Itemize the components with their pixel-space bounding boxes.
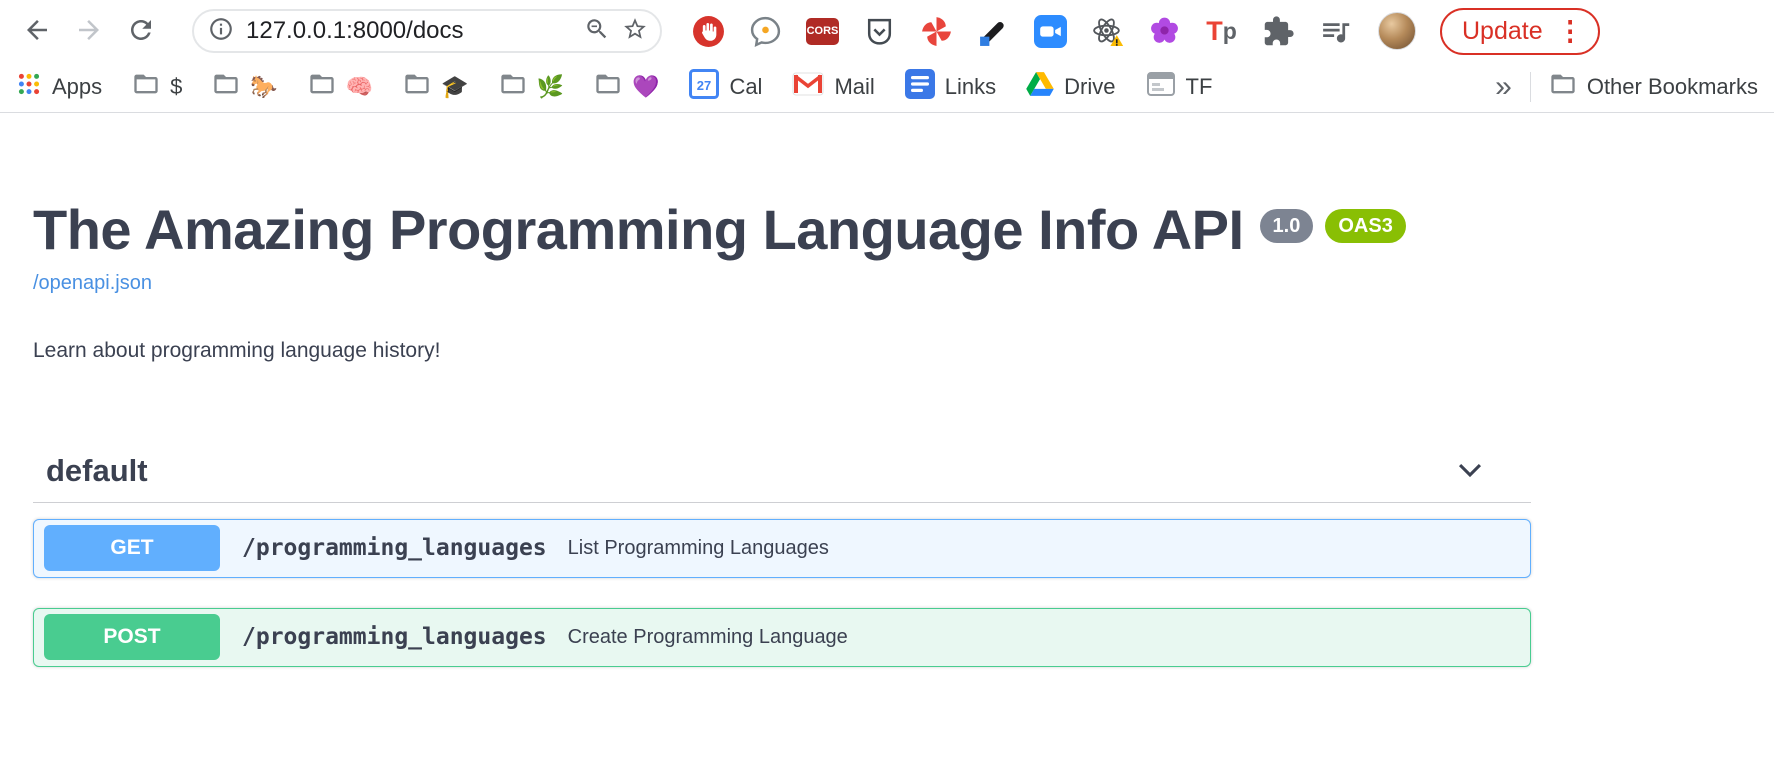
- api-description: Learn about programming language history…: [33, 339, 1774, 363]
- tp-letter-p: p: [1223, 20, 1237, 43]
- back-icon: [22, 15, 52, 48]
- google-calendar-icon: 27: [689, 69, 719, 105]
- gmail-icon: [792, 72, 824, 102]
- folder-icon: [308, 70, 336, 104]
- bookmark-label: 🌿: [537, 74, 564, 100]
- operation-summary: List Programming Languages: [568, 537, 829, 560]
- cors-extension-icon[interactable]: CORS: [806, 15, 839, 48]
- calendar-day: 27: [697, 78, 711, 93]
- extensions-puzzle-icon[interactable]: [1262, 15, 1295, 48]
- address-bar[interactable]: 127.0.0.1:8000/docs: [192, 9, 662, 53]
- api-title-row: The Amazing Programming Language Info AP…: [33, 199, 1774, 262]
- pocket-shield-extension-icon[interactable]: [863, 15, 896, 48]
- extensions-row: CORS Tp: [692, 15, 1352, 48]
- bookmark-label: TF: [1186, 74, 1213, 100]
- bookmark-folder-money[interactable]: $: [132, 70, 182, 104]
- links-icon: [905, 69, 935, 105]
- tp-letter-t: T: [1206, 18, 1223, 45]
- forward-icon: [74, 15, 104, 48]
- bookmark-tf[interactable]: TF: [1146, 69, 1213, 105]
- site-info-icon[interactable]: [208, 16, 234, 47]
- folder-icon: [212, 70, 240, 104]
- tp-extension-icon[interactable]: Tp: [1205, 15, 1238, 48]
- apps-grid-icon: [16, 71, 42, 103]
- reload-icon: [126, 15, 156, 48]
- browser-toolbar: 127.0.0.1:8000/docs CORS: [0, 0, 1774, 62]
- bookmark-label: Cal: [729, 74, 762, 100]
- bookmark-label: Mail: [834, 74, 874, 100]
- back-button[interactable]: [14, 8, 60, 54]
- chevron-down-icon: [1453, 453, 1487, 490]
- operation-path: /programming_languages: [242, 624, 547, 650]
- bookmarks-right-group: » Other Bookmarks: [1495, 70, 1758, 104]
- operation-summary: Create Programming Language: [568, 626, 848, 649]
- bookmarks-overflow-chevron[interactable]: »: [1495, 72, 1512, 102]
- update-button[interactable]: Update ⋮: [1440, 8, 1600, 55]
- oas3-badge: OAS3: [1325, 209, 1405, 243]
- bookmarks-bar: Apps $ 🐎 🧠 🎓 🌿 💜 27 Cal Mail Links Drive: [0, 62, 1774, 113]
- operation-row-get[interactable]: GET /programming_languages List Programm…: [33, 519, 1531, 578]
- bookmark-mail[interactable]: Mail: [792, 72, 874, 102]
- bookmark-drive[interactable]: Drive: [1026, 70, 1115, 104]
- bookmark-folder-herb[interactable]: 🌿: [499, 70, 564, 104]
- bookmark-label: 🎓: [441, 74, 468, 100]
- method-badge-post: POST: [44, 614, 220, 660]
- red-pinwheel-extension-icon[interactable]: [920, 15, 953, 48]
- zoom-indicator-icon[interactable]: [584, 16, 610, 47]
- bookmark-label: $: [170, 74, 182, 100]
- page-title: The Amazing Programming Language Info AP…: [33, 199, 1244, 262]
- tag-section-default: default GET /programming_languages List …: [33, 453, 1531, 667]
- other-bookmarks-label: Other Bookmarks: [1587, 74, 1758, 100]
- bookmark-label: Links: [945, 74, 996, 100]
- bookmark-folder-education[interactable]: 🎓: [403, 70, 468, 104]
- hand-blocker-extension-icon[interactable]: [692, 15, 725, 48]
- url-text: 127.0.0.1:8000/docs: [246, 17, 572, 45]
- atom-warning-extension-icon[interactable]: [1091, 15, 1124, 48]
- google-drive-icon: [1026, 70, 1054, 104]
- operation-path: /programming_languages: [242, 535, 547, 561]
- section-title: default: [46, 453, 148, 489]
- folder-icon: [132, 70, 160, 104]
- bookmark-label: Drive: [1064, 74, 1115, 100]
- operation-row-post[interactable]: POST /programming_languages Create Progr…: [33, 608, 1531, 667]
- media-playlist-icon[interactable]: [1319, 15, 1352, 48]
- bookmark-apps[interactable]: Apps: [16, 71, 102, 103]
- method-badge-get: GET: [44, 525, 220, 571]
- swagger-page: The Amazing Programming Language Info AP…: [0, 199, 1774, 667]
- other-bookmarks-button[interactable]: Other Bookmarks: [1549, 70, 1758, 104]
- cors-label: CORS: [806, 18, 839, 45]
- reload-button[interactable]: [118, 8, 164, 54]
- folder-icon: [499, 70, 527, 104]
- bookmark-label: Apps: [52, 74, 102, 100]
- bookmark-label: 🐎: [250, 74, 277, 100]
- bookmark-star-icon[interactable]: [622, 16, 648, 47]
- chat-bubble-extension-icon[interactable]: [749, 15, 782, 48]
- zoom-video-extension-icon[interactable]: [1034, 15, 1067, 48]
- tf-bookmark-icon: [1146, 69, 1176, 105]
- folder-icon: [403, 70, 431, 104]
- update-label: Update: [1462, 17, 1543, 46]
- purple-flower-extension-icon[interactable]: [1148, 15, 1181, 48]
- folder-icon: [594, 70, 622, 104]
- bookmark-links[interactable]: Links: [905, 69, 996, 105]
- bookmark-label: 🧠: [346, 74, 373, 100]
- bookmark-folder-purple-heart[interactable]: 💜: [594, 70, 659, 104]
- forward-button[interactable]: [66, 8, 112, 54]
- bookmark-folder-brain[interactable]: 🧠: [308, 70, 373, 104]
- version-badge: 1.0: [1260, 209, 1314, 243]
- eyedropper-extension-icon[interactable]: [977, 15, 1010, 48]
- browser-menu-kebab-icon[interactable]: ⋮: [1557, 16, 1584, 47]
- bookmark-calendar[interactable]: 27 Cal: [689, 69, 762, 105]
- bookmarks-divider: [1530, 72, 1531, 102]
- api-badges: 1.0 OAS3: [1260, 209, 1406, 243]
- openapi-spec-link[interactable]: /openapi.json: [33, 272, 152, 295]
- folder-icon: [1549, 70, 1577, 104]
- bookmark-label: 💜: [632, 74, 659, 100]
- bookmark-folder-horse[interactable]: 🐎: [212, 70, 277, 104]
- section-header[interactable]: default: [33, 453, 1531, 503]
- profile-avatar[interactable]: [1378, 12, 1416, 50]
- section-collapse-button[interactable]: [1453, 453, 1487, 490]
